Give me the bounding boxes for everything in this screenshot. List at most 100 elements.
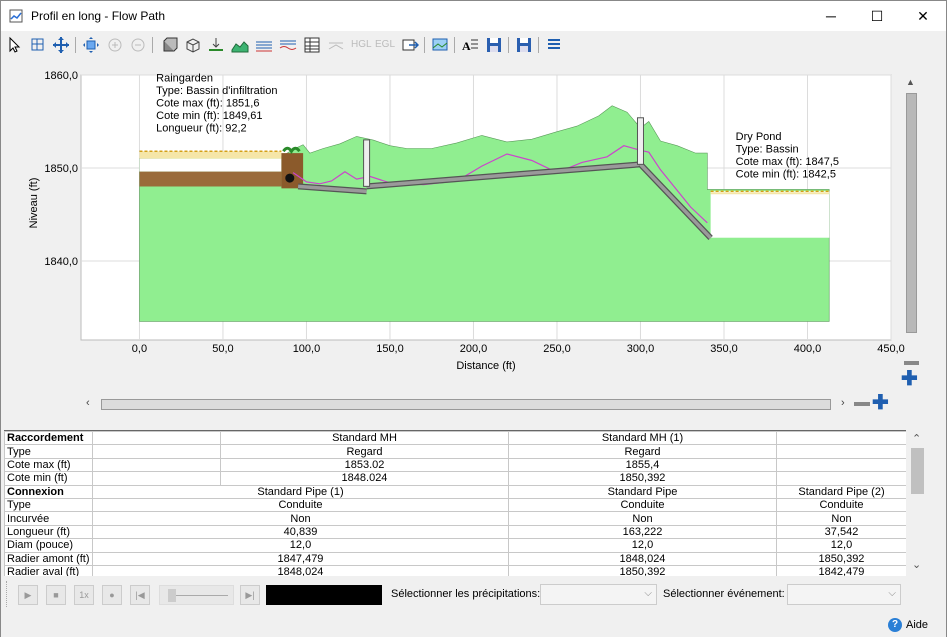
select-pointer-icon[interactable] [6,36,24,54]
label-text-icon[interactable]: A [461,36,479,54]
annotation-line: Cote min (ft): 1842,5 [736,169,836,181]
table-cell: Regard [220,444,509,459]
x-tick-label: 400,0 [794,343,822,355]
table-row: Radier amont (ft) 1847,479 1848,024 1850,39… [4,551,906,566]
table-row: Radier aval (ft) 1848,024 1850,392 1842,479 [4,564,906,576]
maximize-button[interactable]: ☐ [854,1,900,31]
step-forward-button[interactable]: ▶| [240,585,260,605]
toolbar-separator [508,37,509,53]
table-cell: 1850,392 [508,564,777,576]
x-tick-label: 100,0 [293,343,321,355]
horizontal-zoom-minus[interactable] [854,402,870,406]
table-cell: Standard MH (1) [508,431,777,446]
table-row: Type Conduite Conduite Conduite [4,497,906,513]
profile-plot-pane: 0,0 50,0 100,0 150,0 200,0 250,0 300,0 350,0 400… [1,58,946,426]
flow-arrows-icon [328,42,344,50]
table-cell [776,457,906,473]
window-title: Profil en long - Flow Path [31,9,166,23]
table-scroll-up[interactable]: ⌃ [912,432,921,445]
table-cell: Incurvée [4,511,93,526]
table-view-icon[interactable] [303,36,321,54]
stop-button[interactable]: ■ [46,585,66,605]
x-tick-label: 250,0 [543,343,571,355]
vertical-zoom-minus[interactable] [904,361,919,365]
table-cell [776,471,906,486]
ground-marker-icon[interactable] [207,36,225,54]
table-cell: Non [92,511,509,526]
precip-label: Sélectionner les précipitations: [391,588,541,600]
pond-basin [710,191,830,238]
y-tick-label: 1850,0 [44,163,78,175]
table-cell [92,471,221,486]
3d-box-icon[interactable] [161,36,179,54]
hscroll-thumb[interactable] [101,399,831,410]
table-cell: 1842,479 [776,564,906,576]
profile-chart[interactable]: 0,0 50,0 100,0 150,0 200,0 250,0 300,0 350,0 400… [1,58,946,426]
table-row: Cote min (ft) 1848.024 1850,392 [4,471,906,486]
table-scroll-thumb[interactable] [911,448,924,494]
vertical-scrollbar[interactable]: ▲ [904,75,919,337]
table-cell: Cote min (ft) [4,471,93,486]
manhole [636,117,644,165]
export-profile-icon[interactable] [401,36,419,54]
zoom-extents-icon[interactable] [82,36,100,54]
help-link[interactable]: ? Aide [888,618,928,632]
hgl-toggle: HGL [351,39,372,50]
table-cell: 1855,4 [508,457,777,473]
close-button[interactable]: ✕ [900,1,946,31]
minimize-button[interactable]: ─ [808,1,854,31]
x-tick-label: 50,0 [212,343,233,355]
raingarden-storage [139,158,282,172]
terrain-icon[interactable] [231,36,249,54]
picture-export-icon[interactable] [431,36,449,54]
help-label: Aide [906,619,929,631]
timeline-slider[interactable] [159,585,234,605]
zoom-window-icon[interactable] [29,36,47,54]
horizontal-scrollbar[interactable]: ‹ › [81,396,851,413]
annotation-line: Longueur (ft): 92,2 [156,123,247,135]
table-cell: Type [4,444,93,459]
scroll-up-arrow[interactable]: ▲ [906,77,915,87]
play-button[interactable]: ▶ [18,585,38,605]
slider-handle[interactable] [168,589,176,602]
raingarden-outlet-box [281,153,304,189]
x-tick-label: 350,0 [710,343,738,355]
water-level-icon[interactable] [279,36,297,54]
scroll-thumb[interactable] [906,93,917,333]
speed-button[interactable]: 1x [74,585,94,605]
toolbar-separator [424,37,425,53]
table-cell: Standard Pipe (1) [92,484,509,499]
egl-toggle: EGL [375,39,396,50]
pan-icon[interactable] [52,36,70,54]
y-tick-label: 1840,0 [44,256,78,268]
table-cell: 1850,392 [776,551,906,566]
grip [6,581,8,607]
animation-bar: ▶ ■ 1x ● |◀ ▶| Sélectionner les précipit… [1,579,946,609]
record-button[interactable]: ● [102,585,122,605]
vertical-zoom-plus-icon[interactable]: ✚ [901,369,918,389]
scroll-right-arrow[interactable]: › [841,397,845,409]
profile-window: Profil en long - Flow Path ─ ☐ ✕ HGL EGL… [0,0,947,637]
table-vertical-scrollbar[interactable]: ⌃ ⌄ [909,432,926,576]
svg-text:A: A [462,39,471,53]
step-back-button[interactable]: |◀ [130,585,150,605]
toolbar-separator [454,37,455,53]
table-cell [92,431,221,446]
raingarden-mulch [139,151,282,159]
table-cell: Regard [508,444,777,459]
chevron-down-icon: ⌵ [644,588,652,599]
profile-app-icon [9,9,23,23]
horizontal-zoom-plus-icon[interactable]: ✚ [872,393,889,413]
save-as-icon[interactable] [515,36,533,54]
x-axis-label: Distance (ft) [456,360,515,372]
layers-icon[interactable] [545,36,563,54]
precip-select[interactable]: ⌵ [540,584,657,605]
wireframe-box-icon[interactable] [184,36,202,54]
table-scroll-down[interactable]: ⌄ [912,558,921,571]
properties-table: Raccordement Standard MH Standard MH (1) Ty… [4,430,906,576]
scroll-left-arrow[interactable]: ‹ [86,397,90,409]
table-row: Diam (pouce) 12,0 12,0 12,0 [4,538,906,553]
event-select[interactable]: ⌵ [787,584,901,605]
pipe-profile-icon[interactable] [255,36,273,54]
save-icon[interactable] [485,36,503,54]
